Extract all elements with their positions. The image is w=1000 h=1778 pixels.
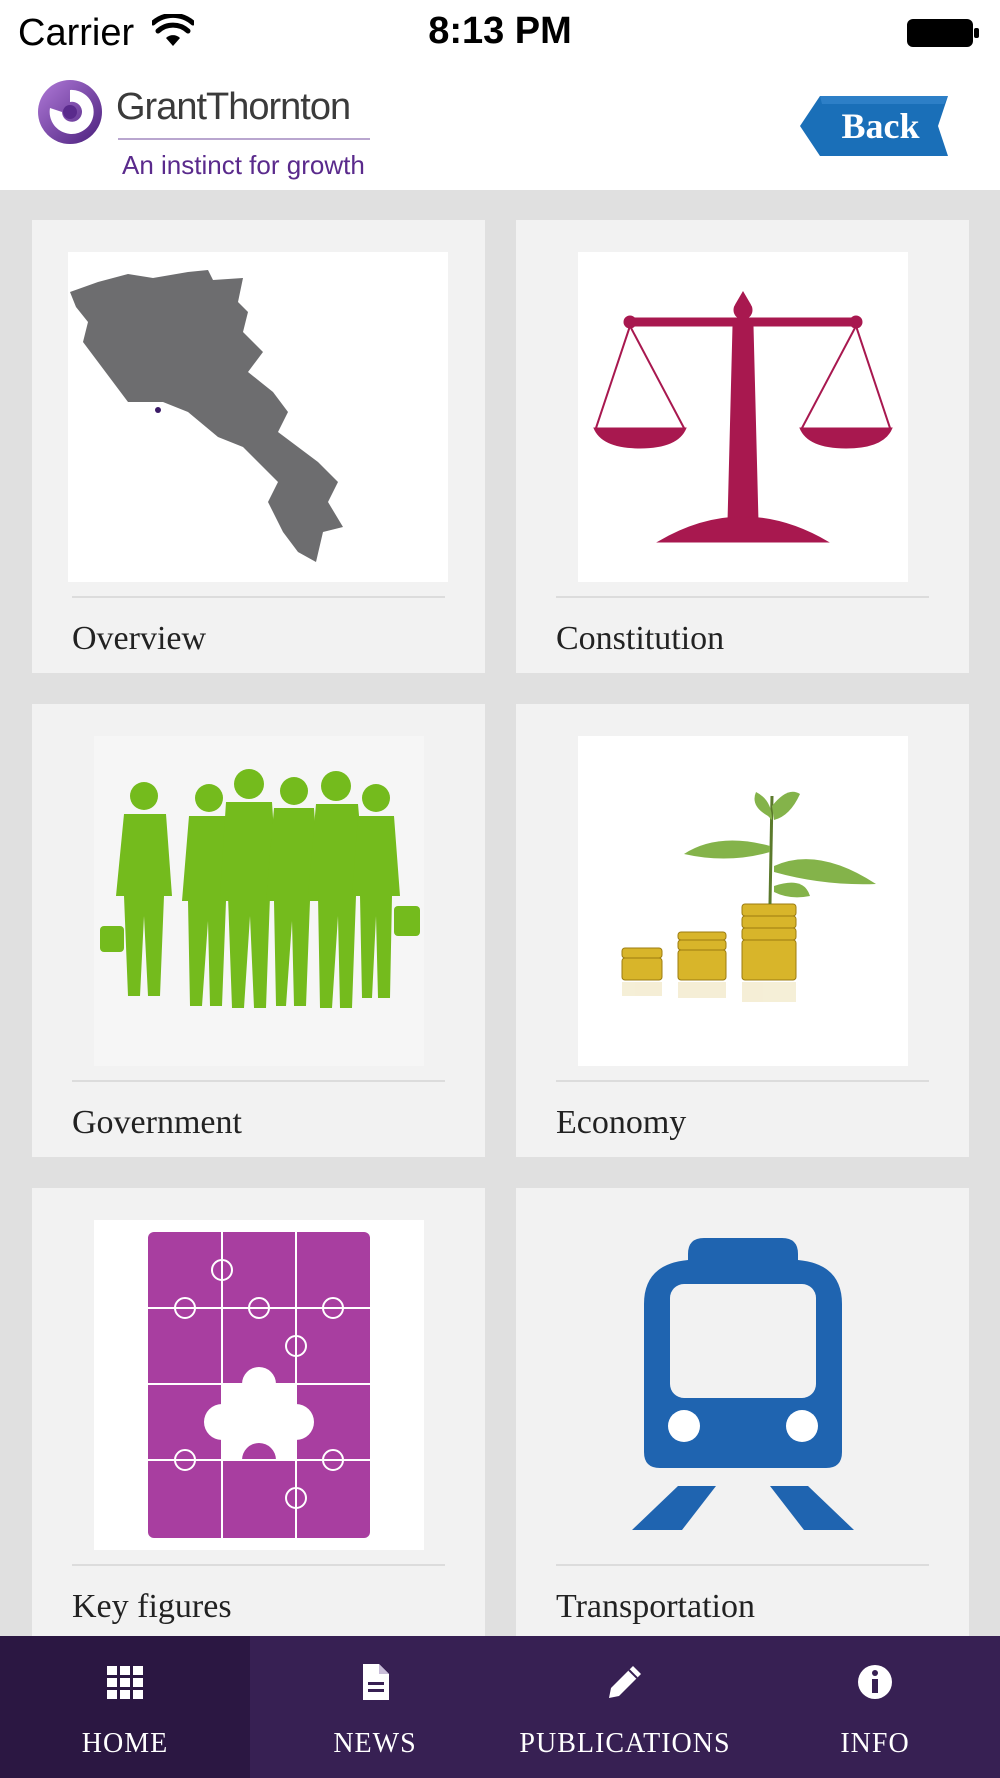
logo-tagline: An instinct for growth xyxy=(122,150,365,180)
card-image xyxy=(578,736,908,1066)
card-divider xyxy=(72,1564,445,1566)
tab-label: INFO xyxy=(840,1728,910,1759)
card-divider xyxy=(556,596,929,598)
tab-info[interactable]: INFO xyxy=(750,1636,1000,1778)
card-label: Overview xyxy=(72,620,207,657)
coins-plant-icon xyxy=(621,791,876,1002)
card-image xyxy=(578,252,908,582)
tab-bar: HOME NEWS PUBLICATIONS INFO xyxy=(0,1636,1000,1778)
battery-icon xyxy=(907,19,979,47)
document-icon xyxy=(363,1664,389,1700)
pencil-icon xyxy=(609,1666,641,1698)
tab-label: NEWS xyxy=(333,1728,417,1759)
tab-publications[interactable]: PUBLICATIONS xyxy=(500,1636,750,1778)
logo-mark-icon xyxy=(38,80,102,144)
card-image xyxy=(94,1220,424,1550)
tab-label: PUBLICATIONS xyxy=(519,1728,731,1759)
logo-divider xyxy=(118,138,370,140)
scales-icon xyxy=(593,291,893,543)
grant-thornton-logo: GrantThornton An instinct for growth xyxy=(36,72,396,184)
map-icon xyxy=(70,270,343,562)
logo-name: GrantThornton xyxy=(116,86,351,128)
card-overview[interactable]: Overview xyxy=(32,220,485,673)
card-divider xyxy=(556,1564,929,1566)
info-icon xyxy=(858,1665,892,1699)
back-button[interactable]: Back xyxy=(798,94,953,158)
card-key-figures[interactable]: Key figures xyxy=(32,1188,485,1636)
card-image xyxy=(94,736,424,1066)
card-label: Constitution xyxy=(556,620,725,657)
card-label: Transportation xyxy=(556,1588,755,1625)
card-label: Government xyxy=(72,1104,242,1141)
tab-label: HOME xyxy=(81,1728,169,1759)
card-transportation[interactable]: Transportation xyxy=(516,1188,969,1636)
card-divider xyxy=(556,1080,929,1082)
card-government[interactable]: Government xyxy=(32,704,485,1157)
back-label: Back xyxy=(841,106,920,146)
card-label: Key figures xyxy=(72,1588,232,1625)
card-image xyxy=(578,1220,908,1550)
puzzle-icon xyxy=(148,1232,370,1538)
people-icon xyxy=(100,769,420,1008)
app-header: GrantThornton An instinct for growth Bac… xyxy=(0,66,1000,190)
tab-home[interactable]: HOME xyxy=(0,1636,250,1778)
status-bar: Carrier 8:13 PM xyxy=(0,0,1000,66)
topic-grid: Overview Constitution Government Economy… xyxy=(0,190,1000,1636)
card-label: Economy xyxy=(556,1104,687,1141)
card-image xyxy=(68,252,448,582)
card-constitution[interactable]: Constitution xyxy=(516,220,969,673)
card-divider xyxy=(72,1080,445,1082)
card-divider xyxy=(72,596,445,598)
card-economy[interactable]: Economy xyxy=(516,704,969,1157)
train-icon xyxy=(632,1238,854,1530)
status-time: 8:13 PM xyxy=(428,10,572,52)
tab-news[interactable]: NEWS xyxy=(250,1636,500,1778)
grid-icon xyxy=(107,1666,143,1699)
